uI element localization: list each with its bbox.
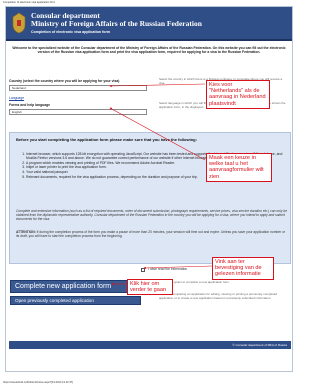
new-application-hint: Select this option to complete a new app… bbox=[159, 280, 230, 284]
attention-paragraph: ATTENTION: If during the completion proc… bbox=[16, 230, 288, 238]
info-box: Before you start completing the applicat… bbox=[9, 132, 291, 264]
confirm-label: I have read the information bbox=[148, 267, 188, 271]
help-language-select[interactable]: English bbox=[9, 109, 147, 115]
header-subtitle: Completion of electronic visa applicatio… bbox=[31, 30, 111, 34]
annotation-button: Klik hier om verder te gaan bbox=[127, 279, 173, 296]
new-application-button[interactable]: Complete new application form bbox=[10, 280, 141, 293]
browser-url: https://visa.kdmid.ru/PetitionChoice.asp… bbox=[3, 381, 73, 384]
annotation-language: Maak een keuze in welke taal u het aanvr… bbox=[206, 153, 272, 182]
info-paragraph: Complete and extensive information (such… bbox=[16, 209, 288, 222]
annotation-checkbox: Vink aan ter bevestiging van de gelezen … bbox=[212, 257, 274, 280]
language-link[interactable]: Language bbox=[9, 96, 24, 100]
browser-title: Completion of electronic visa applicatio… bbox=[3, 1, 56, 4]
open-application-hint: Continue completing an application for e… bbox=[159, 292, 278, 300]
country-select[interactable]: Nederland bbox=[9, 85, 147, 91]
header: Consular department Ministry of Foreign … bbox=[6, 7, 292, 41]
page: Consular department Ministry of Foreign … bbox=[5, 6, 293, 372]
russian-emblem-icon bbox=[12, 12, 26, 34]
attention-text: If during the completion process of the … bbox=[16, 230, 286, 239]
confirm-checkbox[interactable] bbox=[141, 268, 145, 272]
annotation-country: Kies voor "Netherlands" als de aanvraag … bbox=[206, 80, 270, 109]
open-application-button[interactable]: Open previously completed application bbox=[10, 296, 141, 305]
header-ministry: Ministry of Foreign Affairs of the Russi… bbox=[31, 19, 202, 28]
footer: © Consular department of MFA of Russia bbox=[9, 341, 291, 349]
country-label: Country (select the country where you wi… bbox=[9, 79, 120, 83]
intro-text: Welcome to the specialized website of th… bbox=[12, 46, 286, 54]
info-heading: Before you start completing the applicat… bbox=[16, 137, 197, 142]
help-language-label: Forms and help language bbox=[9, 103, 51, 107]
